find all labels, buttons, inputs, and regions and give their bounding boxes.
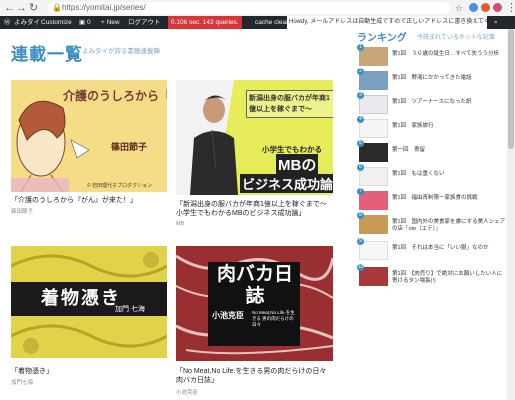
adminbar-new[interactable]: + New <box>101 16 120 29</box>
series-thumbnail[interactable]: 新潟出身の服バカが年商1億以上を稼ぐまで〜 小学生でもわかる MBの ビジネス成… <box>176 80 333 195</box>
reload-icon[interactable]: ↻ <box>29 1 38 15</box>
search-icon[interactable]: ⌕ <box>494 16 498 29</box>
ranking-thumbnail[interactable] <box>359 241 388 260</box>
ranking-thumbnail[interactable] <box>359 267 388 286</box>
series-author: 加門七海 <box>11 380 34 386</box>
ranking-number: 7 <box>357 188 364 195</box>
series-title[interactable]: 「着物憑き」 <box>11 367 53 376</box>
series-title[interactable]: 「No Meat,No Life.を生きる男の肉だらけの日々 肉バカ日誌」 <box>176 367 333 385</box>
ranking-text[interactable]: 第一回 寄留 <box>392 147 507 154</box>
ranking-sidebar: ランキング 今読まれているホットな記事 1 第1回 ３０歳の誕生日…すべて失うう… <box>357 29 507 400</box>
ranking-number: 2 <box>357 68 364 75</box>
ranking-item[interactable]: 3 第1回 ツアーナースになった訳 <box>357 92 507 115</box>
ranking-thumbnail[interactable] <box>359 119 388 138</box>
series-card[interactable]: 介護のうしろから「がん」が来た！ 篠田節子 © 岩田理代子プロダクション 「介護… <box>11 80 167 215</box>
cache-clear[interactable]: cache clear <box>255 16 288 29</box>
ranking-thumbnail[interactable] <box>359 167 388 186</box>
ranking-text[interactable]: 第1回 家族旅行 <box>392 123 507 130</box>
ranking-title: ランキング <box>357 33 407 44</box>
ranking-number: 1 <box>357 44 364 51</box>
admin-notice: Howdy, メールアドレスは自動生成ですので正しいアドレスに書き換えてください… <box>287 16 487 29</box>
wp-logo-icon[interactable]: Ⓦ <box>4 16 11 29</box>
art-mb: MBの <box>276 154 319 175</box>
ranking-number: 6 <box>357 164 364 171</box>
ranking-thumbnail[interactable] <box>359 47 388 66</box>
ranking-item[interactable]: 4 第1回 家族旅行 <box>357 116 507 139</box>
adminbar-customize[interactable]: Customize <box>41 16 72 29</box>
address-bar[interactable]: 🔒 https://yomitai.jp/series/ <box>48 2 450 14</box>
series-thumbnail[interactable]: 着物憑き 加門 七海 <box>11 246 167 358</box>
ranking-item[interactable]: 8 第1回 国内外の美食家を虜にする美人シェアの店「ote（エテ）」 <box>357 212 507 235</box>
series-title[interactable]: 「介護のうしろから『がん』が来た！」 <box>11 196 167 205</box>
series-author: 小池克臣 <box>176 390 199 396</box>
ranking-thumbnail[interactable] <box>359 71 388 90</box>
extension-icon[interactable] <box>481 3 490 12</box>
url-text: https://yomitai.jp/series/ <box>62 3 146 12</box>
series-author: MB <box>176 221 185 227</box>
art-name: 小池克臣 <box>212 311 244 320</box>
series-author: 篠田節子 <box>11 209 34 215</box>
forward-icon[interactable]: → <box>16 1 27 15</box>
art-caption: 新潟出身の服バカが年商1億以上を稼ぐまで〜 <box>246 90 333 118</box>
page-scrollbar[interactable] <box>507 29 515 400</box>
art-author: 篠田節子 <box>111 142 148 152</box>
star-icon[interactable]: ☆ <box>455 1 463 15</box>
ranking-item[interactable]: 2 第1回 野湯にかかってきた電話 <box>357 68 507 91</box>
ranking-number: 5 <box>357 140 364 147</box>
menu-icon[interactable]: ⋮ <box>506 1 515 15</box>
art-title: 肉バカ日誌 <box>216 264 293 307</box>
series-title[interactable]: 「新潟出身の服バカが年商1億以上を稼ぐまで〜 小学生でもわかるMBのビジネス成功… <box>176 200 334 218</box>
extension-icon[interactable] <box>469 3 478 12</box>
page-title: 連載一覧 <box>11 45 83 64</box>
ranking-item[interactable]: 10 第1回 【肉売り】で絶対にお願いしたい人に寄けるタン場長(!) <box>357 264 507 287</box>
browser-toolbar: ← → ↻ 🔒 https://yomitai.jp/series/ ☆ ⋮ <box>0 0 515 17</box>
ranking-item[interactable]: 6 第1回 もは重くない <box>357 164 507 187</box>
ranking-item[interactable]: 9 第1回 それは本当に「いい服」なのか <box>357 238 507 261</box>
lock-icon: 🔒 <box>52 3 62 12</box>
ranking-item[interactable]: 1 第1回 ３０歳の誕生日…すべて失うう分析 <box>357 44 507 67</box>
scrollbar-thumb[interactable] <box>508 29 514 149</box>
ranking-text[interactable]: 第1回 それは本当に「いい服」なのか <box>392 245 507 252</box>
ranking-text[interactable]: 第1回 福由青制限一家族食の挑戦 <box>392 195 507 202</box>
ranking-number: 4 <box>357 116 364 123</box>
back-icon[interactable]: ← <box>4 1 15 15</box>
ranking-number: 9 <box>357 238 364 245</box>
adminbar-site[interactable]: よみタイ <box>14 16 40 29</box>
query-monitor[interactable]: 0.106 sec. 143 queries. <box>168 16 242 29</box>
ranking-number: 10 <box>357 264 364 271</box>
ranking-number: 8 <box>357 212 364 219</box>
main-content: 連載一覧 よみタイが誇る素敵連載陣 介護のうしろから「がん」が来た！ 篠田節子 … <box>0 29 515 400</box>
ranking-thumbnail[interactable] <box>359 191 388 210</box>
art-author: 加門 七海 <box>115 306 145 313</box>
ranking-thumbnail[interactable] <box>359 95 388 114</box>
art-title: 介護のうしろから「がん」が来た！ <box>63 89 167 103</box>
art-credit: © 岩田理代子プロダクション <box>87 183 153 189</box>
comment-icon[interactable]: ▣ <box>79 16 85 29</box>
ranking-text[interactable]: 第1回 ツアーナースになった訳 <box>392 99 507 106</box>
ranking-text[interactable]: 第1回 ３０歳の誕生日…すべて失うう分析 <box>392 51 507 58</box>
series-card[interactable]: 着物憑き 加門 七海 「着物憑き」 加門七海 <box>11 246 167 386</box>
ranking-number: 3 <box>357 92 364 99</box>
art-business: ビジネス成功論 <box>240 174 333 193</box>
ranking-text[interactable]: 第1回 国内外の美食家を虜にする美人シェアの店「ote（エテ）」 <box>392 219 507 233</box>
ranking-item[interactable]: 7 第1回 福由青制限一家族食の挑戦 <box>357 188 507 211</box>
art-sub: No Meat,No Life.を生きる 男の肉だらけの日々 <box>252 310 295 327</box>
art-title: 着物憑き <box>41 288 121 308</box>
series-card[interactable]: 肉バカ日誌 小池克臣 No Meat,No Life.を生きる 男の肉だらけの日… <box>176 246 333 396</box>
adminbar-logout[interactable]: ログアウト <box>128 16 161 29</box>
ranking-text[interactable]: 第1回 野湯にかかってきた電話 <box>392 75 507 82</box>
series-card[interactable]: 新潟出身の服バカが年商1億以上を稼ぐまで〜 小学生でもわかる MBの ビジネス成… <box>176 80 334 230</box>
profile-avatar[interactable] <box>493 3 502 12</box>
ranking-thumbnail[interactable] <box>359 215 388 234</box>
ranking-text[interactable]: 第1回 【肉売り】で絶対にお願いしたい人に寄けるタン場長(!) <box>392 271 507 285</box>
series-thumbnail[interactable]: 肉バカ日誌 小池克臣 No Meat,No Life.を生きる 男の肉だらけの日… <box>176 246 333 361</box>
ranking-item[interactable]: 5 第一回 寄留 <box>357 140 507 163</box>
series-thumbnail[interactable]: 介護のうしろから「がん」が来た！ 篠田節子 © 岩田理代子プロダクション <box>11 80 167 192</box>
ranking-thumbnail[interactable] <box>359 143 388 162</box>
admin-bar: Ⓦ よみタイ Customize ▣ 0 + New ログアウト 0.106 s… <box>0 16 515 29</box>
ranking-text[interactable]: 第1回 もは重くない <box>392 171 507 178</box>
ranking-subtitle: 今読まれているホットな記事 <box>417 35 495 41</box>
adminbar-comments[interactable]: 0 <box>87 16 91 29</box>
page-subtitle: よみタイが誇る素敵連載陣 <box>82 48 160 55</box>
